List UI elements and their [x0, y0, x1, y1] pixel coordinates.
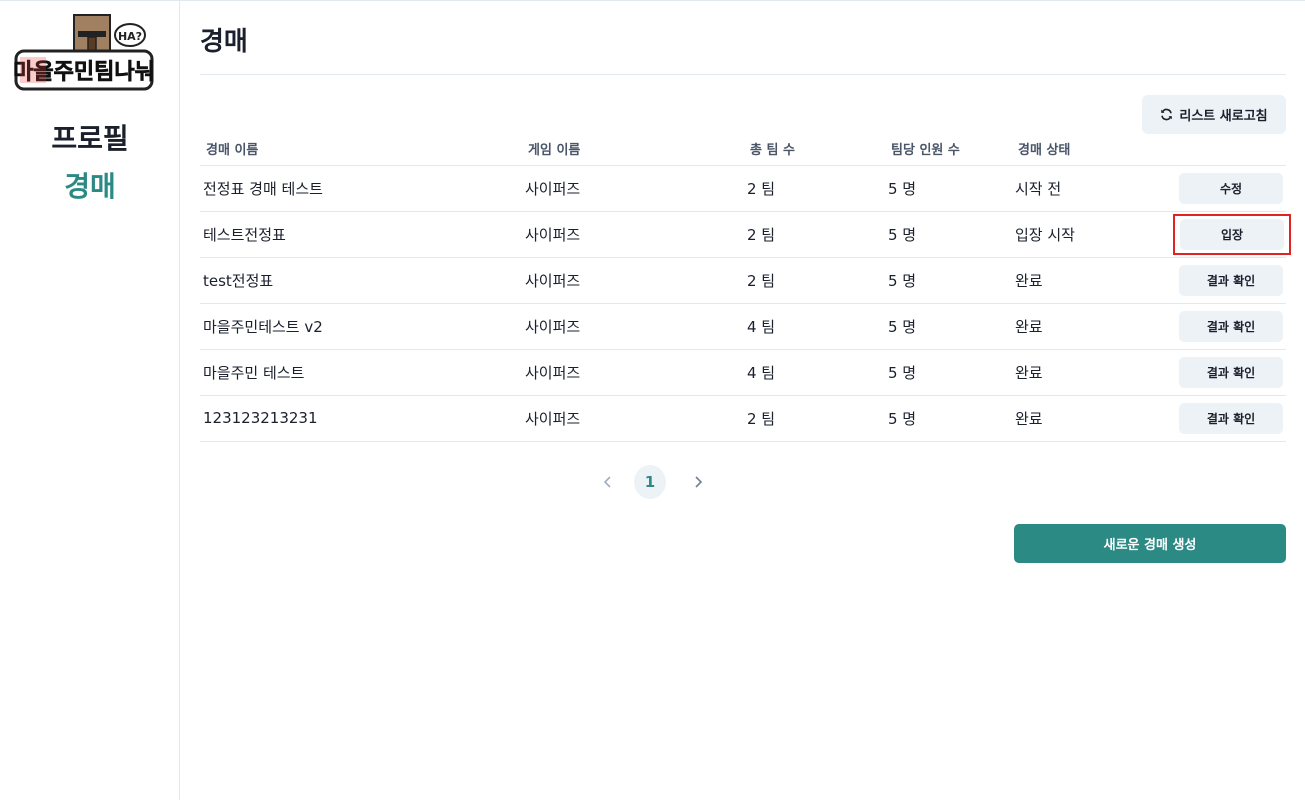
- team-count-cell: 4 팀: [744, 349, 885, 396]
- refresh-list-button[interactable]: 리스트 새로고침: [1142, 95, 1286, 134]
- table-row: test전정표 사이퍼즈 2 팀 5 명 완료 결과 확인: [200, 257, 1286, 304]
- status-cell: 완료: [1012, 395, 1162, 442]
- table-row: 123123213231 사이퍼즈 2 팀 5 명 완료 결과 확인: [200, 395, 1286, 442]
- auction-name-cell: 테스트전정표: [200, 211, 522, 258]
- team-count-cell: 2 팀: [744, 395, 885, 442]
- main-content: 경매 리스트 새로고침 경매 이름 게임 이름 총 팀 수 팀당 인원 수 경매…: [200, 1, 1291, 800]
- table-row: 마을주민테스트 v2 사이퍼즈 4 팀 5 명 완료 결과 확인: [200, 303, 1286, 350]
- auction-name-cell: 마을주민테스트 v2: [200, 303, 522, 350]
- action-cell: 입장: [1162, 211, 1291, 258]
- game-name-cell: 사이퍼즈: [522, 165, 744, 212]
- action-cell: 수정: [1162, 165, 1286, 212]
- sidebar-item-auction[interactable]: 경매: [0, 165, 180, 205]
- members-per-team-cell: 5 명: [885, 257, 1012, 304]
- header-game-name: 게임 이름: [522, 133, 744, 166]
- members-per-team-cell: 5 명: [885, 395, 1012, 442]
- team-count-cell: 2 팀: [744, 257, 885, 304]
- status-cell: 완료: [1012, 303, 1162, 350]
- members-per-team-cell: 5 명: [885, 211, 1012, 258]
- game-name-cell: 사이퍼즈: [522, 303, 744, 350]
- status-cell: 완료: [1012, 349, 1162, 396]
- view-result-button[interactable]: 결과 확인: [1179, 264, 1283, 296]
- members-per-team-cell: 5 명: [885, 165, 1012, 212]
- table-row: 마을주민 테스트 사이퍼즈 4 팀 5 명 완료 결과 확인: [200, 349, 1286, 396]
- sidebar: HA? 마을주민팀나눠 프로필 경매: [0, 1, 180, 800]
- action-cell: 결과 확인: [1162, 349, 1286, 396]
- game-name-cell: 사이퍼즈: [522, 257, 744, 304]
- table-row: 테스트전정표 사이퍼즈 2 팀 5 명 입장 시작 입장: [200, 211, 1291, 258]
- refresh-list-label: 리스트 새로고침: [1179, 109, 1268, 124]
- team-count-cell: 2 팀: [744, 165, 885, 212]
- table-row: 전정표 경매 테스트 사이퍼즈 2 팀 5 명 시작 전 수정: [200, 165, 1286, 212]
- action-cell: 결과 확인: [1162, 395, 1286, 442]
- header-team-count: 총 팀 수: [744, 133, 885, 166]
- auction-name-cell: 마을주민 테스트: [200, 349, 522, 396]
- members-per-team-cell: 5 명: [885, 303, 1012, 350]
- action-cell: 결과 확인: [1162, 303, 1286, 350]
- logo[interactable]: HA? 마을주민팀나눠: [13, 13, 156, 95]
- enter-button[interactable]: 입장: [1180, 218, 1284, 250]
- members-per-team-cell: 5 명: [885, 349, 1012, 396]
- auction-name-cell: 전정표 경매 테스트: [200, 165, 522, 212]
- chevron-left-icon[interactable]: [600, 473, 616, 491]
- view-result-button[interactable]: 결과 확인: [1179, 356, 1283, 388]
- game-name-cell: 사이퍼즈: [522, 349, 744, 396]
- auction-name-cell: test전정표: [200, 257, 522, 304]
- action-cell: 결과 확인: [1162, 257, 1286, 304]
- auction-name-cell: 123123213231: [200, 395, 522, 442]
- game-name-cell: 사이퍼즈: [522, 211, 744, 258]
- highlight-box: 입장: [1173, 213, 1291, 255]
- edit-button[interactable]: 수정: [1179, 172, 1283, 204]
- status-cell: 입장 시작: [1012, 211, 1162, 258]
- chevron-right-icon[interactable]: [690, 473, 706, 491]
- header-action: [1162, 133, 1286, 166]
- table-header-row: 경매 이름 게임 이름 총 팀 수 팀당 인원 수 경매 상태: [200, 133, 1286, 166]
- view-result-button[interactable]: 결과 확인: [1179, 402, 1283, 434]
- title-divider: [200, 74, 1286, 75]
- app-window: HA? 마을주민팀나눠 프로필 경매 경매 리스트 새로고침 경매 이름 게임 …: [0, 0, 1305, 800]
- header-members-per-team: 팀당 인원 수: [885, 133, 1012, 166]
- pagination: 1: [200, 465, 1100, 499]
- header-auction-name: 경매 이름: [200, 133, 522, 166]
- header-auction-status: 경매 상태: [1012, 133, 1162, 166]
- status-cell: 시작 전: [1012, 165, 1162, 212]
- refresh-icon: [1161, 108, 1173, 121]
- team-count-cell: 4 팀: [744, 303, 885, 350]
- game-name-cell: 사이퍼즈: [522, 395, 744, 442]
- view-result-button[interactable]: 결과 확인: [1179, 310, 1283, 342]
- logo-bubble: HA?: [118, 30, 142, 43]
- sidebar-item-profile[interactable]: 프로필: [0, 117, 180, 157]
- auction-table: 경매 이름 게임 이름 총 팀 수 팀당 인원 수 경매 상태 전정표 경매 테…: [200, 133, 1291, 442]
- team-count-cell: 2 팀: [744, 211, 885, 258]
- page-button-1[interactable]: 1: [634, 465, 666, 499]
- create-auction-button[interactable]: 새로운 경매 생성: [1014, 524, 1286, 563]
- status-cell: 완료: [1012, 257, 1162, 304]
- page-title: 경매: [200, 27, 248, 57]
